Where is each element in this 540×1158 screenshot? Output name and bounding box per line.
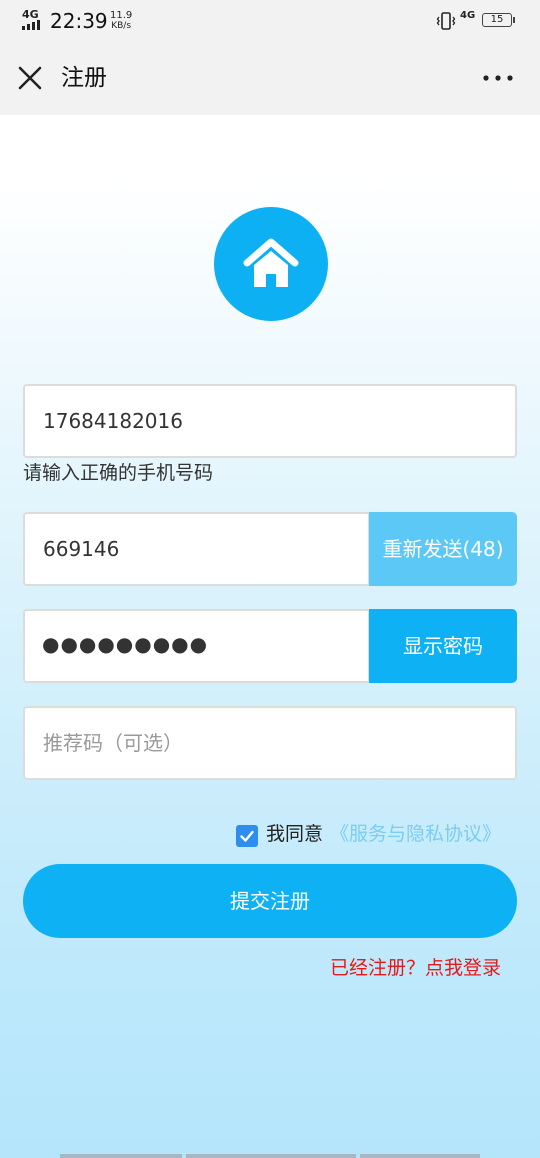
network-speed-unit: KB/s [111, 21, 132, 31]
register-page: 4G 22:39 11.9 KB/s 4G 15 注册 17684182016 … [0, 0, 540, 1158]
network-type-right-label: 4G [460, 10, 476, 21]
phone-field[interactable] [23, 384, 517, 458]
agreement-link[interactable]: 《服务与隐私协议》 [330, 820, 501, 848]
signal-bars-icon [22, 20, 42, 30]
submit-register-button[interactable]: 提交注册 [23, 864, 517, 938]
battery-level: 15 [490, 14, 504, 25]
referral-input[interactable] [25, 708, 515, 778]
network-speed: 11.9 KB/s [110, 10, 133, 32]
status-bar: 4G 22:39 11.9 KB/s 4G 15 [0, 0, 540, 42]
phone-hint: 请输入正确的手机号码 [23, 462, 214, 484]
login-link[interactable]: 已经注册？点我登录 [330, 956, 501, 980]
check-icon [240, 830, 254, 842]
code-field[interactable] [23, 512, 370, 586]
resend-code-button[interactable]: 重新发送(48) [369, 512, 517, 586]
referral-field[interactable] [23, 706, 517, 780]
phone-input[interactable] [25, 386, 515, 456]
code-input[interactable] [25, 514, 368, 584]
page-title: 注册 [61, 65, 107, 91]
gesture-bar [60, 1154, 480, 1158]
agreement-text: 我同意 [266, 823, 324, 845]
app-logo [214, 207, 328, 321]
show-password-button[interactable]: 显示密码 [369, 609, 517, 683]
battery-icon: 15 [482, 13, 515, 27]
password-input[interactable]: ●●●●●●●●● [42, 632, 208, 656]
more-icon[interactable] [478, 70, 518, 86]
home-icon [243, 238, 299, 287]
nav-bar: 注册 [0, 42, 540, 115]
network-speed-value: 11.9 [110, 10, 133, 21]
network-type-label: 4G [22, 8, 39, 21]
close-icon[interactable] [16, 64, 44, 92]
vibrate-icon [436, 12, 456, 30]
clock: 22:39 [50, 9, 108, 33]
agreement-checkbox[interactable] [236, 825, 258, 847]
